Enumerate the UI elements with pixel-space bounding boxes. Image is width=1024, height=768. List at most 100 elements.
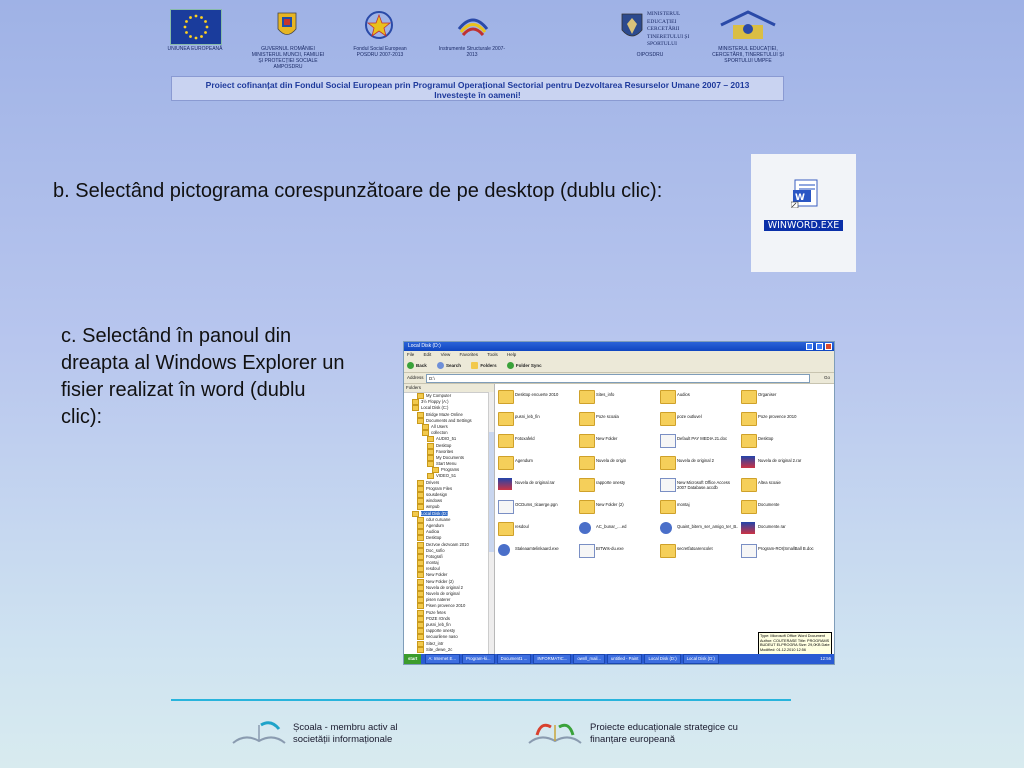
file-name: Poze provence 2010 [758,414,797,419]
folder-icon [660,390,676,404]
file-item[interactable]: Documente [739,498,819,516]
search-button[interactable]: Search [437,362,461,370]
file-item[interactable]: Nuvela de original 2.rar [739,454,819,472]
tree-item-label: Fotografi [426,553,443,559]
folder-icon [417,597,424,604]
file-item[interactable]: Staleaamtelinkaard.exe [496,542,576,560]
document-icon [498,500,514,514]
folder-sync-button[interactable]: Folder Sync [506,362,542,370]
taskbar-button[interactable]: A: Internet E... [424,654,460,664]
taskbar-button[interactable]: Document1 ... [496,654,532,664]
file-item[interactable]: Organiser [739,388,819,406]
file-item[interactable]: secretfatoarencolet [658,542,738,560]
explorer-title-bar[interactable]: Local Disk (D:) [404,342,834,351]
file-item[interactable]: AC_bunar_....ed [577,520,657,538]
file-name: Documente [758,502,780,507]
tree-item-label: AUDIO_51 [436,436,457,442]
folder-icon [741,478,757,492]
menu-view[interactable]: View [441,352,451,357]
tree-item-label: Drivers [426,479,440,485]
menu-help[interactable]: Help [507,352,516,357]
file-name: Staleaamtelinkaard.exe [515,546,559,551]
file-name: Nuvela de origin [596,458,627,463]
taskbar-button[interactable]: Local Disk (D:) [682,654,719,664]
file-item[interactable]: Desktop [739,432,819,450]
file-item[interactable]: resdoul [496,520,576,538]
file-item[interactable]: Default PAY MEDIA 21.doc [658,432,738,450]
menu-tools[interactable]: Tools [487,352,498,357]
maximize-icon[interactable] [815,343,823,350]
file-item[interactable]: Quaint_bitem_ser_amigo_ter_B... [658,520,738,538]
address-input[interactable]: D:\ [426,374,810,383]
eu-star-icon [194,14,198,18]
folder-icon [417,584,424,591]
file-item[interactable]: Nuvela de original 2 [658,454,738,472]
file-item[interactable]: pusni_leb_fin [496,410,576,428]
file-item[interactable]: New Folder [577,432,657,450]
file-item[interactable]: OCDums_ticaerge.pgn [496,498,576,516]
footer-divider [171,699,791,701]
file-item[interactable]: poze outluvel [658,410,738,428]
file-item[interactable]: rapporte onesty [577,476,657,494]
folder-icon [417,393,424,399]
file-item[interactable]: Agendum [496,454,576,472]
file-item[interactable]: Program-ROI(SmallBall B.doc [739,542,819,560]
folder-icon [579,478,595,492]
file-item[interactable]: Altea scoaie [739,476,819,494]
file-item[interactable]: Sites_info [577,388,657,406]
menu-file[interactable]: File [407,352,414,357]
file-item[interactable]: Nuvela de origin [577,454,657,472]
tree-item-label: cdur curuane [426,516,451,522]
svg-text:W: W [795,193,805,203]
taskbar-button[interactable]: untitled - Paint [607,654,643,664]
tree-item-label: My Computer [426,393,452,399]
winword-desktop-shortcut[interactable]: W WINWORD.EXE [751,154,856,272]
menu-edit[interactable]: Edit [424,352,432,357]
folder-icon [427,461,434,468]
file-item[interactable]: Desktop encuerte 2010 [496,388,576,406]
file-name: Agendum [515,458,533,463]
file-item[interactable]: Nuvela de original.rar [496,476,576,494]
ministry-sub-label: OIPOSDRU [636,52,664,58]
file-item[interactable]: Poze scoala [577,410,657,428]
start-button[interactable]: start [404,654,422,664]
file-item[interactable]: Documente.rar [739,520,819,538]
file-item[interactable]: Poze provence 2010 [739,410,819,428]
romania-crest-icon [276,9,298,41]
minimize-icon[interactable] [806,343,814,350]
folder-icon [417,504,424,511]
folder-icon [412,405,419,412]
taskbar-button[interactable]: INFORMATIC... [533,654,572,664]
folder-icon [417,492,424,498]
folder-icon [579,390,595,404]
folders-button[interactable]: Folders [471,362,497,370]
file-item[interactable]: Audios [658,388,738,406]
tree-item-label: Program Files [426,485,453,491]
close-icon[interactable] [825,343,832,350]
file-item[interactable]: New Microsoft Office Access 2007 Databas… [658,476,738,494]
tree-scrollbar[interactable] [488,392,494,654]
explorer-menu-bar: File Edit View Favorites Tools Help [404,351,834,359]
file-item[interactable]: montaj [658,498,738,516]
taskbar-button[interactable]: ownll_mail... [573,654,605,664]
tree-item-label: POZE rOnds [426,615,450,621]
eu-star-icon [185,20,188,23]
tree-item[interactable]: Site_dewe_2c [404,646,494,653]
tree-item-label: Programs [441,467,460,473]
file-item[interactable]: New Folder (2) [577,498,657,516]
document-icon [660,434,676,448]
folder-icon [432,467,439,474]
folder-icon [579,500,595,514]
taskbar-button[interactable]: Program-ki... [462,654,495,664]
file-item[interactable]: BITWIs-du.exe [577,542,657,560]
back-button[interactable]: Back [407,362,427,370]
umpfe-logo-icon [713,9,783,43]
folder-icon [412,510,419,517]
go-button[interactable]: Go [824,373,830,383]
file-name: resdoul [515,524,529,529]
taskbar-clock: 12:56 [820,656,831,661]
menu-favorites[interactable]: Favorites [460,352,479,357]
file-item[interactable]: Fotoxafeld [496,432,576,450]
tree-item-label: Documents and Settings [426,417,472,423]
taskbar-button[interactable]: Local Disk (D:) [644,654,681,664]
